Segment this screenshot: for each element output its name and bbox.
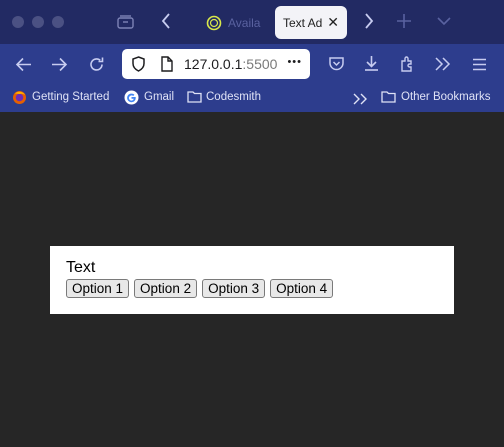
forward-icon[interactable] (51, 57, 68, 75)
extensions-icon[interactable] (399, 55, 416, 76)
option-buttons: Option 1 Option 2 Option 3 Option 4 (66, 279, 334, 298)
back-icon[interactable] (15, 57, 32, 75)
folder-icon (381, 90, 396, 108)
pocket-icon[interactable] (328, 56, 345, 75)
tab-groups-icon[interactable] (117, 14, 134, 32)
tab-label: Text Ad (283, 15, 323, 30)
other-bookmarks[interactable]: Other Bookmarks (401, 91, 490, 103)
firefox-icon (12, 90, 27, 110)
more-tools-icon[interactable] (434, 56, 451, 75)
url-text[interactable]: 127.0.0.1:5500 (184, 56, 277, 72)
close-window-button[interactable] (12, 16, 24, 28)
app-menu-icon[interactable] (472, 57, 487, 74)
tab-text-ad[interactable]: Text Ad ✕ (275, 6, 347, 39)
downloads-icon[interactable] (363, 55, 380, 76)
tabs-scroll-left-icon[interactable] (160, 12, 172, 33)
more-bookmarks-icon[interactable] (353, 92, 368, 110)
bookmark-gmail[interactable]: Gmail (144, 91, 174, 103)
option-3-button[interactable]: Option 3 (202, 279, 266, 298)
folder-icon (187, 90, 202, 108)
bookmark-getting-started[interactable]: Getting Started (32, 91, 109, 103)
option-4-button[interactable]: Option 4 (270, 279, 334, 298)
option-1-button[interactable]: Option 1 (66, 279, 130, 298)
page-actions-icon[interactable]: ••• (287, 56, 302, 68)
list-all-tabs-icon[interactable] (436, 15, 452, 30)
shield-icon[interactable] (131, 56, 146, 77)
reload-icon[interactable] (88, 56, 105, 76)
option-2-button[interactable]: Option 2 (134, 279, 198, 298)
url-host: 127.0.0.1 (184, 56, 243, 72)
url-port: :5500 (242, 56, 278, 72)
minimize-window-button[interactable] (32, 16, 44, 28)
close-tab-icon[interactable]: ✕ (327, 14, 339, 31)
content-card: Text Option 1 Option 2 Option 3 Option 4 (50, 246, 454, 314)
tab-label: Availa (228, 15, 261, 30)
bookmarks-toolbar: Getting Started Gmail Codesmith Other Bo… (0, 84, 504, 112)
page-icon[interactable] (160, 56, 173, 77)
title-bar: Availa Text Ad ✕ (0, 0, 504, 44)
zoom-window-button[interactable] (52, 16, 64, 28)
page-text: Text (66, 259, 96, 276)
bookmark-codesmith[interactable]: Codesmith (206, 91, 261, 103)
tab-available[interactable]: Availa (196, 6, 269, 39)
site-icon (206, 15, 222, 31)
new-tab-icon[interactable] (396, 13, 412, 32)
google-icon (124, 90, 139, 110)
tabs-scroll-right-icon[interactable] (363, 12, 375, 33)
address-bar[interactable]: 127.0.0.1:5500 ••• (122, 49, 310, 79)
